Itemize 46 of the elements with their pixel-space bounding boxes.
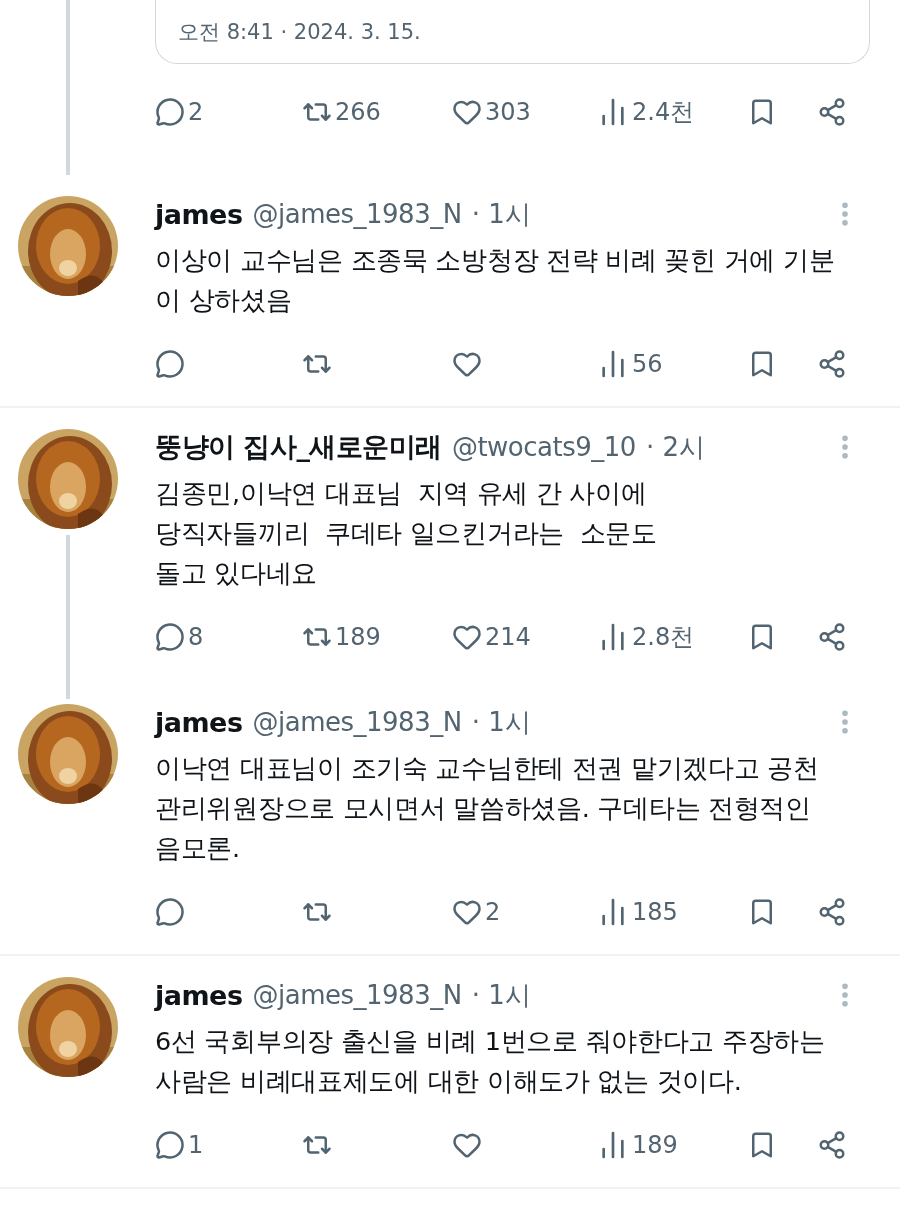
user-name[interactable]: james bbox=[155, 979, 243, 1011]
timestamp: 오전 8:41 · 2024. 3. 15. bbox=[178, 18, 421, 46]
user-name[interactable]: 뚱냥이 집사_새로운미래 bbox=[155, 429, 442, 465]
post-text: 사람은 비례대표제도에 대한 이해도가 없는 것이다. bbox=[155, 1065, 743, 1098]
user-handle[interactable]: @james_1983_N bbox=[252, 707, 462, 737]
action-count: 2 bbox=[485, 898, 501, 926]
share-icon[interactable] bbox=[817, 97, 847, 127]
action-count: 185 bbox=[632, 898, 678, 926]
user-handle[interactable]: @james_1983_N bbox=[252, 980, 462, 1010]
post-time: · 1시 bbox=[471, 705, 531, 739]
post-text: 6선 국회부의장 출신을 비례 1번으로 줘야한다고 주장하는 bbox=[155, 1025, 826, 1058]
reply-icon[interactable] bbox=[155, 622, 185, 652]
reply-icon[interactable] bbox=[155, 897, 185, 927]
action-count: 56 bbox=[632, 350, 663, 378]
user-name[interactable]: james bbox=[155, 198, 243, 230]
post-time: · 1시 bbox=[471, 978, 531, 1012]
post-text: 이낙연 대표님이 조기숙 교수님한테 전권 맡기겠다고 공천 bbox=[155, 752, 820, 785]
action-count: 266 bbox=[335, 98, 381, 126]
action-count: 2.8천 bbox=[632, 622, 695, 653]
post-text: 이 상하셨음 bbox=[155, 284, 293, 317]
post-text: 관리위원장으로 모시면서 말씀하셨음. 구데타는 전형적인 bbox=[155, 792, 812, 825]
share-icon[interactable] bbox=[817, 897, 847, 927]
post-text: 김종민,이낙연 대표님 지역 유세 간 사이에 bbox=[155, 477, 648, 510]
action-count: 8 bbox=[188, 623, 204, 651]
share-icon[interactable] bbox=[817, 622, 847, 652]
action-count: 189 bbox=[335, 623, 381, 651]
post-text: 이상이 교수님은 조종묵 소방청장 전략 비례 꽂힌 거에 기분 bbox=[155, 244, 836, 277]
action-count: 2.4천 bbox=[632, 97, 695, 128]
action-count: 303 bbox=[485, 98, 531, 126]
share-icon[interactable] bbox=[817, 349, 847, 379]
reply-icon[interactable] bbox=[155, 1130, 185, 1160]
reply-icon[interactable] bbox=[155, 349, 185, 379]
post-time: · 1시 bbox=[471, 197, 531, 231]
post-time: · 2시 bbox=[645, 430, 705, 464]
action-count: 189 bbox=[632, 1131, 678, 1159]
user-name[interactable]: james bbox=[155, 706, 243, 738]
post-text: 당직자들끼리 쿠데타 일으킨거라는 소문도 bbox=[155, 517, 658, 550]
user-handle[interactable]: @twocats9_10 bbox=[451, 432, 636, 462]
post-text: 음모론. bbox=[155, 832, 241, 865]
action-count: 214 bbox=[485, 623, 531, 651]
action-count: 2 bbox=[188, 98, 204, 126]
share-icon[interactable] bbox=[817, 1130, 847, 1160]
reply-icon[interactable] bbox=[155, 97, 185, 127]
post-text: 돌고 있다네요 bbox=[155, 557, 318, 590]
user-handle[interactable]: @james_1983_N bbox=[252, 199, 462, 229]
action-count: 1 bbox=[188, 1131, 204, 1159]
